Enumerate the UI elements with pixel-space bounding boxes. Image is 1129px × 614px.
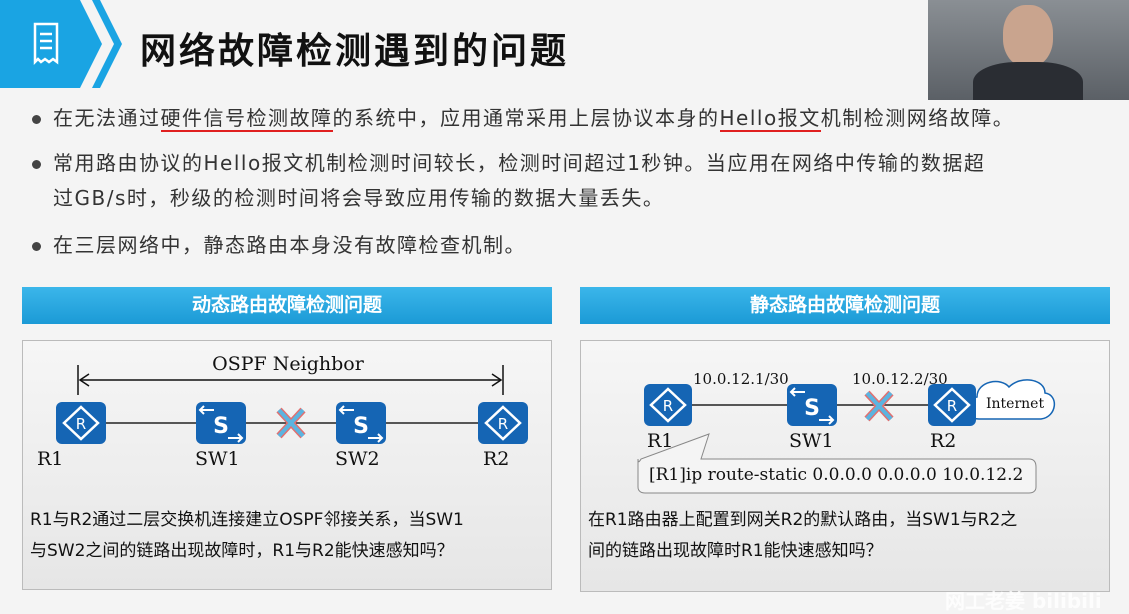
svg-text:R: R — [498, 415, 508, 433]
device-label: SW2 — [335, 448, 380, 470]
route-command-callout: [R1]ip route-static 0.0.0.0 0.0.0.0 10.0… — [649, 465, 1024, 485]
svg-text:S: S — [804, 396, 820, 421]
switch-icon[interactable]: S — [196, 402, 246, 444]
device-label: R2 — [930, 430, 957, 452]
device-label: R1 — [647, 430, 674, 452]
router-icon[interactable]: R — [56, 402, 106, 444]
left-panel-header: 动态路由故障检测问题 — [22, 287, 552, 324]
svg-text:S: S — [353, 414, 369, 439]
switch-icon[interactable]: S — [787, 384, 837, 426]
right-panel-header: 静态路由故障检测问题 — [580, 287, 1110, 324]
bullet-1: 在无法通过硬件信号检测故障的系统中，应用通常采用上层协议本身的Hello报文机制… — [32, 101, 1014, 136]
right-panel: 10.0.12.1/30 10.0.12.2/30 Internet R S R… — [580, 340, 1110, 592]
router-icon[interactable]: R — [928, 384, 976, 426]
page-title: 网络故障检测遇到的问题 — [140, 31, 570, 72]
svg-text:R: R — [663, 397, 673, 415]
watermark: 网工老姜 bilibili — [945, 589, 1102, 613]
ospf-neighbor-label: OSPF Neighbor — [212, 353, 364, 375]
svg-text:R: R — [947, 397, 957, 415]
left-panel: OSPF Neighbor R S S R R1 SW1 SW2 R2 R1与R… — [22, 340, 552, 590]
device-label: R1 — [37, 448, 64, 470]
device-label: SW1 — [789, 430, 834, 452]
router-icon[interactable]: R — [478, 402, 528, 444]
left-panel-question: R1与R2通过二层交换机连接建立OSPF邻接关系，当SW1 与SW2之间的链路出现… — [30, 510, 464, 561]
link-fault-x-icon — [865, 391, 893, 421]
bullet-2: 常用路由协议的Hello报文机制检测时间较长，检测时间超过1秒钟。当应用在网络中… — [32, 146, 985, 216]
ip-label-r1: 10.0.12.1/30 — [693, 370, 789, 388]
bullet-3: 在三层网络中，静态路由本身没有故障检查机制。 — [32, 228, 526, 263]
webcam-video — [928, 0, 1129, 100]
title-banner — [0, 0, 122, 88]
device-label: R2 — [483, 448, 510, 470]
router-icon[interactable]: R — [644, 384, 692, 426]
internet-label: Internet — [986, 396, 1045, 412]
svg-text:R: R — [76, 415, 86, 433]
svg-text:S: S — [213, 414, 229, 439]
device-label: SW1 — [195, 448, 240, 470]
right-panel-question: 在R1路由器上配置到网关R2的默认路由，当SW1与R2之 间的链路出现故障时R1能… — [588, 510, 1018, 561]
switch-icon[interactable]: S — [336, 402, 386, 444]
